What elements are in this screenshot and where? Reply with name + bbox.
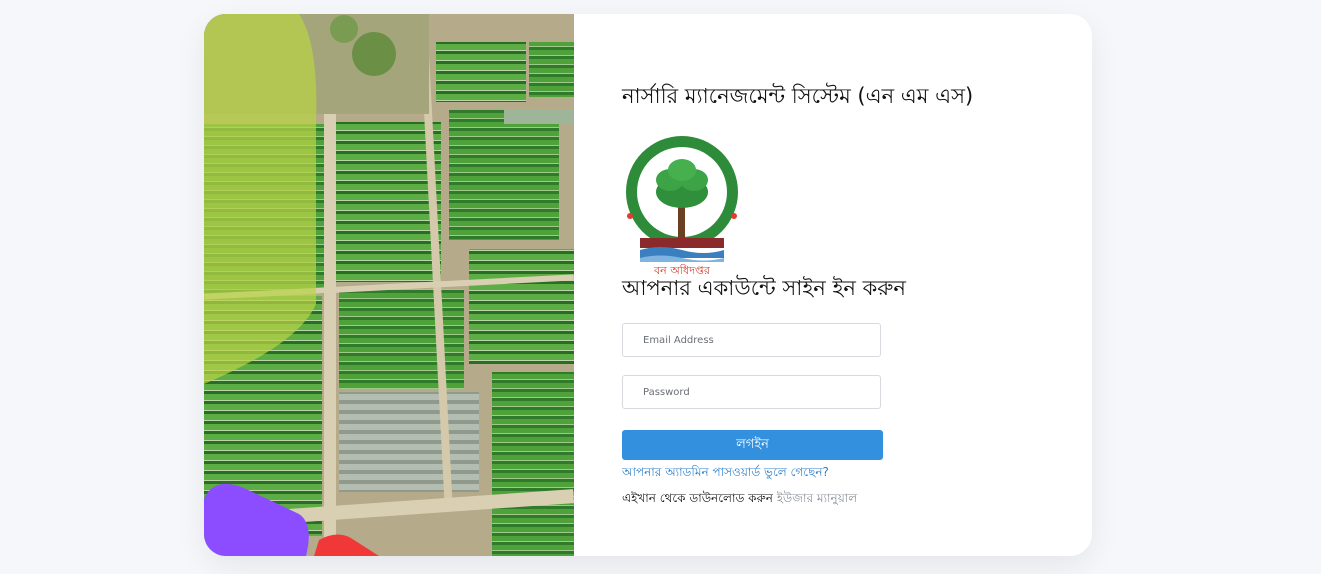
password-field[interactable] [622,375,881,409]
login-panel: নার্সারি ম্যানেজমেন্ট সিস্টেম (এন এম এস)… [622,14,1042,556]
download-prefix-text: এইখান থেকে ডাউনলোড করুন [622,491,773,505]
email-field[interactable] [622,323,881,357]
login-button[interactable]: লগইন [622,430,883,460]
signin-heading: আপনার একাউন্টে সাইন ইন করুন [622,276,906,300]
page-title: নার্সারি ম্যানেজমেন্ট সিস্টেম (এন এম এস) [622,84,974,108]
forgot-password-link[interactable]: আপনার অ্যাডমিন পাসওয়ার্ড ভুলে গেছেন? [622,464,829,484]
user-manual-link[interactable]: ইউজার ম্যানুয়াল [777,491,858,505]
forest-department-logo: বন অধিদপ্তর [622,134,742,277]
user-manual-download: এইখান থেকে ডাউনলোড করুন ইউজার ম্যানুয়াল [622,490,857,510]
login-card: নার্সারি ম্যানেজমেন্ট সিস্টেম (এন এম এস)… [204,14,1092,556]
nursery-aerial-illustration [204,14,574,556]
nursery-aerial-photo [204,14,574,556]
